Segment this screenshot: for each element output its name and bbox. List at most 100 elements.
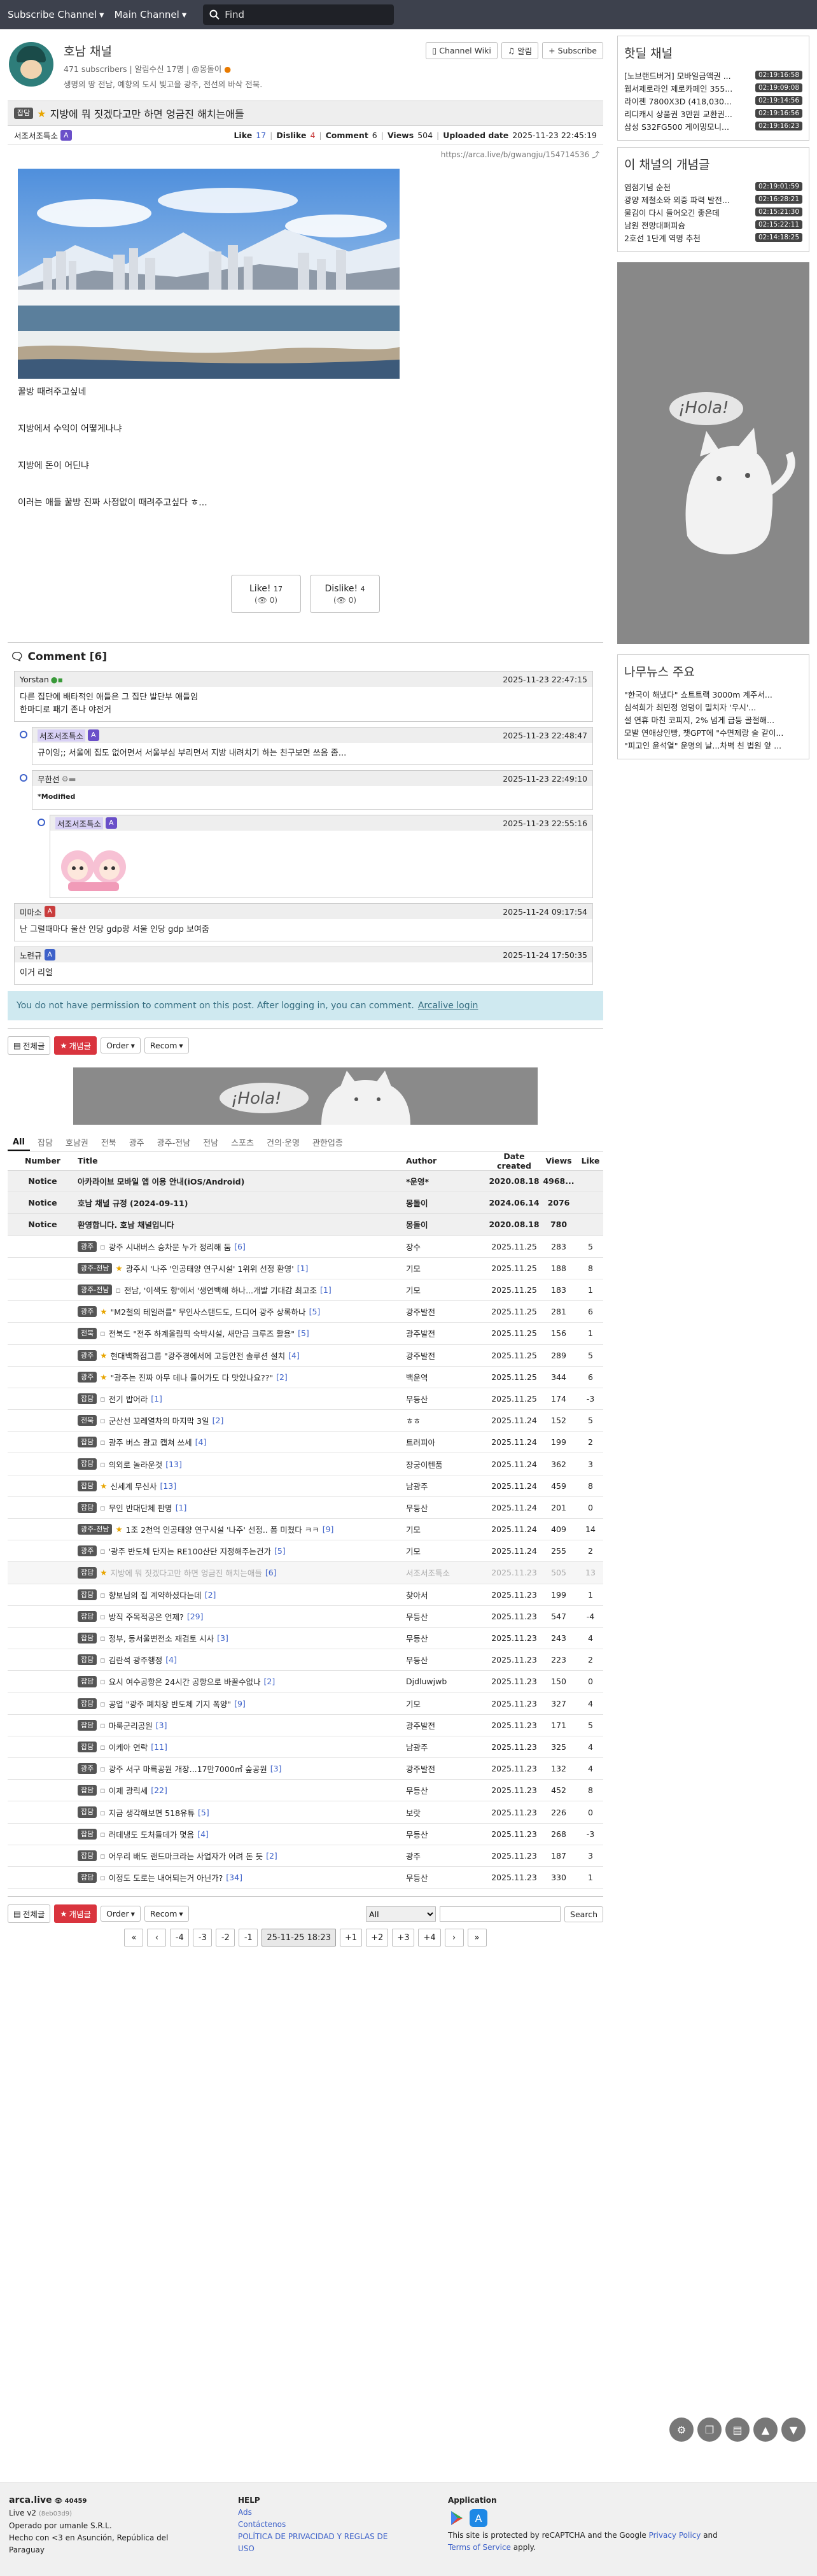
scroll-up-icon[interactable]: ▲ [753, 2418, 778, 2442]
channel-wiki-button[interactable]: ▯ Channel Wiki [426, 42, 498, 59]
banner-ad[interactable]: ¡Hola! [73, 1067, 538, 1125]
row-category-badge[interactable]: 광주-전남 [78, 1284, 113, 1296]
row-title[interactable]: 지방에 뭐 짓겠다고만 하면 엉금진 해치는애들 [110, 1566, 262, 1579]
privacy-rules-link[interactable]: POLÍTICA DE PRIVACIDAD Y REGLAS DE USO [238, 2532, 388, 2553]
row-category-badge[interactable]: 잡담 [78, 1741, 97, 1753]
sidebar-ad[interactable]: ¡Hola! [617, 262, 809, 644]
row-category-badge[interactable]: 광주 [78, 1371, 97, 1383]
row-title[interactable]: 광주 서구 마륵공원 개장...17만7000㎡ 숲공원 [109, 1763, 267, 1775]
row-title[interactable]: 이정도 도로는 내어되는거 아닌가? [109, 1871, 223, 1883]
table-row[interactable]: 잡담 ▫ 정부, 동서울변전소 재검토 시사 [3] 무등산 2025.11.23 243 4 [8, 1628, 603, 1650]
notice-row[interactable]: Notice 호남 채널 규정 (2024-09-11) 몽돌이 2024.06.14… [8, 1192, 603, 1214]
category-tab[interactable]: 전남 [198, 1134, 223, 1151]
row-author[interactable]: 기모 [406, 1284, 489, 1296]
subscribe-button[interactable]: + Subscribe [542, 42, 603, 59]
table-row[interactable]: 전북 ▫ 군산선 꼬레열차의 마지막 3일 [2] ㅎㅎ 2025.11.24 152 5 [8, 1410, 603, 1432]
row-category-badge[interactable]: 잡담 [78, 1698, 97, 1709]
row-author[interactable]: 광주 [406, 1850, 489, 1862]
row-title[interactable]: 광주 시내버스 승차문 누가 정리해 둠 [109, 1241, 231, 1253]
row-author[interactable]: 광주발전 [406, 1763, 489, 1775]
row-category-badge[interactable]: 광주-전남 [78, 1524, 113, 1535]
row-title[interactable]: 요시 여수공항은 24시간 공항으로 바꿀수없나 [109, 1675, 261, 1687]
row-category-badge[interactable]: 잡담 [78, 1502, 97, 1513]
row-author[interactable]: 광주발전 [406, 1327, 489, 1339]
row-category-badge[interactable]: 잡담 [78, 1828, 97, 1840]
row-title[interactable]: 이케아 연락 [109, 1741, 148, 1753]
table-row[interactable]: 잡담 ▫ 러데냉도 도처들데가 몇음 [4] 무등산 2025.11.23 268 -3 [8, 1824, 603, 1845]
row-category-badge[interactable]: 전북 [78, 1415, 97, 1426]
row-author[interactable]: 광주발전 [406, 1349, 489, 1362]
row-title[interactable]: 마룩군리공원 [109, 1719, 153, 1731]
row-title[interactable]: 정부, 동서울변전소 재검토 시사 [109, 1632, 214, 1644]
row-author[interactable]: *운영* [406, 1175, 489, 1187]
row-author[interactable]: 장수 [406, 1241, 489, 1253]
row-title[interactable]: 어우리 배도 랜드마크라는 사업자가 어려 돈 듯 [109, 1850, 263, 1862]
category-tab[interactable]: 광주-전남 [152, 1134, 196, 1151]
last-page-button[interactable]: » [467, 1929, 487, 1947]
table-row[interactable]: 잡담 ▫ 어우리 배도 랜드마크라는 사업자가 어려 돈 듯 [2] 광주 2025.11… [8, 1845, 603, 1867]
row-author[interactable]: 기모 [406, 1523, 489, 1535]
page-button[interactable]: +1 [339, 1929, 363, 1947]
row-title[interactable]: 지금 생각해보면 518유튜 [109, 1806, 195, 1819]
table-row[interactable]: 광주 ★ 현대백화점그룹 "광주경에서에 고등안전 솔루션 설치 [4] 광주발전 202… [8, 1345, 603, 1367]
row-category-badge[interactable]: 잡담 [78, 1719, 97, 1731]
category-tab[interactable]: 전북 [96, 1134, 122, 1151]
row-category-badge[interactable]: 광주 [78, 1349, 97, 1361]
row-author[interactable]: 무등산 [406, 1654, 489, 1666]
table-row[interactable]: 잡담 ▫ 이케아 연락 [11] 남광주 2025.11.23 325 4 [8, 1736, 603, 1759]
table-row[interactable]: 광주-전남 ★ 1조 2천억 인공태양 연구시설 '나주' 선정.. 폼 미쳤다 ㅋ… [8, 1519, 603, 1541]
all-posts-button[interactable]: ▤ 전체글 [8, 1036, 51, 1055]
row-author[interactable]: 남광주 [406, 1741, 489, 1753]
row-title[interactable]: 아카라이브 모바일 앱 이용 안내(iOS/Android) [78, 1175, 244, 1187]
comment-author[interactable]: 미마소 [20, 906, 42, 918]
row-title[interactable]: "광주는 진짜 아무 데나 들어가도 다 맛있나요??" [110, 1371, 273, 1383]
row-author[interactable]: 기모 [406, 1262, 489, 1274]
like-button[interactable]: Like! 17 (👁 0) [231, 575, 301, 613]
privacy-policy-link[interactable]: Privacy Policy [649, 2531, 701, 2540]
comment-author[interactable]: Yorstan [20, 675, 49, 684]
row-category-badge[interactable]: 잡담 [78, 1654, 97, 1666]
category-tab[interactable]: 관한업종 [307, 1134, 348, 1151]
row-title[interactable]: '광주 반도체 단지는 RE100산단 지정해주는건가 [109, 1545, 271, 1557]
table-row[interactable]: 광주 ★ "광주는 진짜 아무 데나 들어가도 다 맛있나요??" [2] 백운역 202… [8, 1367, 603, 1388]
row-category-badge[interactable]: 잡담 [78, 1393, 97, 1405]
table-row[interactable]: 잡담 ▫ 마룩군리공원 [3] 광주발전 2025.11.23 171 5 [8, 1715, 603, 1736]
order-select[interactable]: Order ▾ [101, 1906, 141, 1922]
news-item[interactable]: "피고인 윤석열" 운명의 날...차벽 친 법원 앞 ... [624, 738, 802, 751]
table-row[interactable]: 잡담 ▫ 이제 광릭세 [22] 무등산 2025.11.23 452 8 [8, 1780, 603, 1802]
row-title[interactable]: 전북도 "전주 하계올림픽 숙박시설, 새만금 크루즈 활용" [109, 1327, 295, 1339]
row-author[interactable]: ㅎㅎ [406, 1414, 489, 1426]
table-row[interactable]: 광주 ★ "M2철의 테일러를" 무인사스탠드도, 드디어 광주 상록하나 [5] 광주… [8, 1301, 603, 1323]
scroll-down-icon[interactable]: ▼ [781, 2418, 806, 2442]
category-tab[interactable]: 스포츠 [226, 1134, 259, 1151]
notice-row[interactable]: Notice 환영합니다. 호남 채널입니다 몽돌이 2020.08.18 780 [8, 1214, 603, 1236]
row-category-badge[interactable]: 잡담 [78, 1589, 97, 1600]
row-category-badge[interactable]: 전북 [78, 1328, 97, 1339]
row-title[interactable]: 호남 채널 규정 (2024-09-11) [78, 1197, 188, 1209]
subscribe-channel-menu[interactable]: Subscribe Channel ▾ [8, 9, 104, 20]
row-author[interactable]: 찾아서 [406, 1589, 489, 1601]
table-row[interactable]: 잡담 ▫ 공업 "광주 폐치장 반도체 기지 폭양" [9] 기모 2025.11.23 3… [8, 1693, 603, 1715]
row-title[interactable]: 광주 버스 광고 캡쳐 쓰세 [109, 1436, 192, 1448]
row-category-badge[interactable]: 광주-전남 [78, 1262, 113, 1274]
prev-page-button[interactable]: ‹ [147, 1929, 167, 1947]
search-box[interactable]: Find [203, 4, 395, 25]
row-category-badge[interactable]: 잡담 [78, 1437, 97, 1448]
page-button[interactable]: -2 [216, 1929, 235, 1947]
row-title[interactable]: 러데냉도 도처들데가 몇음 [109, 1828, 194, 1840]
news-item[interactable]: 설 연휴 마친 코피지, 2% 넘게 급등 골절해... [624, 713, 802, 726]
row-category-badge[interactable]: 잡담 [78, 1610, 97, 1622]
ads-link[interactable]: Ads [238, 2508, 252, 2517]
category-tab[interactable]: All [8, 1135, 30, 1151]
best-title[interactable]: 이 채널의 개념글 [624, 155, 802, 172]
row-title[interactable]: 신세계 무신사 [110, 1480, 157, 1492]
row-title[interactable]: 의외로 놀라운것 [109, 1458, 162, 1470]
row-category-badge[interactable]: 잡담 [78, 1567, 97, 1579]
row-author[interactable]: 장궁이텐품 [406, 1458, 489, 1470]
sidebar-item[interactable]: 광양 제철소와 외증 파력 발전... 02:16:28:21 [624, 193, 802, 206]
row-author[interactable]: 백운역 [406, 1371, 489, 1383]
table-row[interactable]: 잡담 ▫ 향보님의 집 계약하셨다는데 [2] 찾아서 2025.11.23 199 1 [8, 1584, 603, 1606]
sidebar-item[interactable]: 물김이 다시 들어오긴 좋은데 02:15:21:30 [624, 206, 802, 218]
row-author[interactable]: 광주발전 [406, 1306, 489, 1318]
table-row[interactable]: 잡담 ▫ 김란석 광주행정 [4] 무등산 2025.11.23 223 2 [8, 1649, 603, 1672]
